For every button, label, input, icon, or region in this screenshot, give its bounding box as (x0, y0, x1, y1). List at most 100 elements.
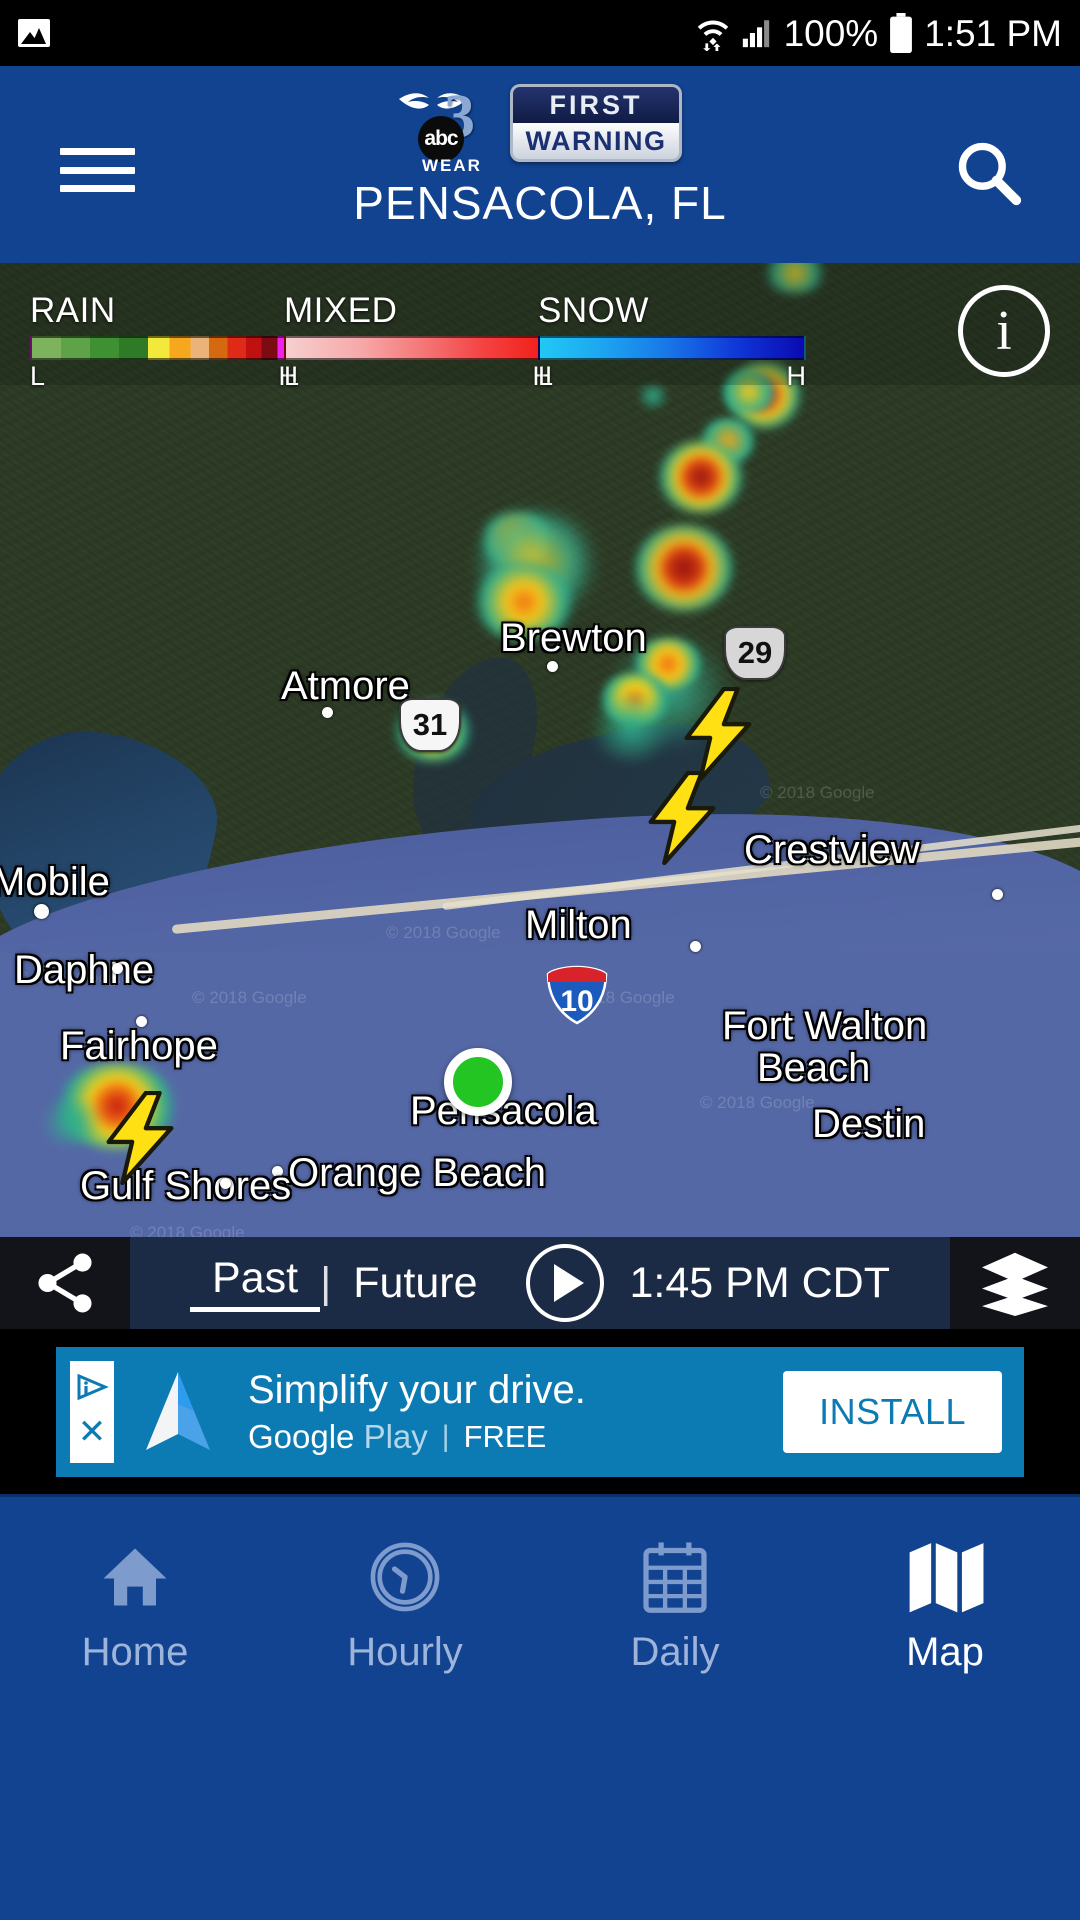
play-button[interactable] (525, 1244, 604, 1322)
city-label-mobile: Mobile (0, 860, 110, 904)
radar-map[interactable]: © 2018 Google © 2018 Google © 2018 Googl… (0, 263, 1080, 1237)
ad-store-google: Google (248, 1417, 355, 1455)
radar-cell (660, 441, 742, 513)
wifi-icon (697, 20, 728, 51)
city-label-atmore: Atmore (281, 664, 410, 708)
app-header: 3 abc WEAR FIRST WARNING PENSACOLA, FL (0, 66, 1080, 263)
home-icon (98, 1540, 172, 1614)
ad-headline: Simplify your drive. (248, 1367, 586, 1412)
battery-percentage: 100% (783, 12, 879, 54)
status-bar-right: 100% 1:51 PM (696, 13, 1062, 53)
lightning-strike-icon (106, 1091, 174, 1185)
ad-copy: Simplify your drive. Google Play | FREE (248, 1368, 586, 1456)
city-dot-gulf-shores (220, 1178, 231, 1189)
tab-past[interactable]: Past (190, 1254, 321, 1312)
ad-price: FREE (463, 1418, 547, 1454)
legend-rain-low: L (30, 361, 46, 391)
nav-item-hourly[interactable]: Hourly (270, 1494, 540, 1920)
status-bar-clock: 1:51 PM (924, 12, 1062, 54)
station-callsign: WEAR (422, 156, 482, 175)
current-location-dot (444, 1048, 512, 1116)
radar-legend: RAIN L H MIXED L H SNOW L H i (0, 263, 1080, 391)
interstate-number: 10 (560, 985, 593, 1018)
legend-snow-gradient (538, 336, 806, 360)
calendar-icon (640, 1540, 710, 1614)
tab-future[interactable]: Future (331, 1259, 499, 1308)
city-label-fort-walton-beach: Beach (757, 1046, 871, 1090)
adchoices-icon[interactable] (75, 1374, 109, 1400)
map-layers-icon (982, 1252, 1048, 1316)
legend-snow: SNOW L H (538, 291, 806, 392)
city-label-fairhope: Fairhope (60, 1024, 218, 1068)
radar-cell (636, 525, 732, 611)
legend-mixed-gradient (284, 336, 552, 360)
nav-label-hourly: Hourly (347, 1630, 463, 1674)
legend-snow-title: SNOW (538, 291, 649, 330)
weather-app-screen: 100% 1:51 PM 3 abc WEAR FIRST WARNING PE… (0, 0, 1080, 1920)
city-label-fort-walton: Fort Walton (722, 1004, 928, 1048)
city-label-milton: Milton (525, 903, 632, 947)
ad-store-name: Google Play (248, 1418, 428, 1456)
nav-divider (0, 1494, 1080, 1497)
legend-rain-gradient (30, 336, 298, 360)
legend-snow-low: L (538, 361, 554, 391)
lightning-strike-icon (648, 771, 716, 865)
legend-snow-high: H (786, 361, 807, 391)
ad-divider: | (441, 1419, 450, 1453)
station-logo: 3 abc WEAR FIRST WARNING (398, 84, 682, 175)
city-label-daphne: Daphne (14, 948, 155, 992)
nav-item-home[interactable]: Home (0, 1494, 270, 1920)
legend-mixed: MIXED L H (284, 291, 552, 392)
city-label-destin: Destin (812, 1102, 926, 1146)
share-button[interactable] (0, 1237, 130, 1329)
first-warning-badge: FIRST WARNING (510, 84, 682, 162)
nav-label-home: Home (81, 1630, 189, 1674)
interstate-shield-10[interactable]: 10 (545, 965, 609, 1025)
legend-mixed-low: L (284, 361, 300, 391)
first-warning-line1: FIRST (513, 87, 679, 123)
city-dot-atmore (322, 707, 333, 718)
city-dot-milton (690, 941, 701, 952)
abc-label: abc (424, 127, 458, 150)
radar-cell (585, 693, 677, 761)
city-label-orange-beach: Orange Beach (288, 1151, 546, 1195)
cellular-signal-icon (742, 20, 769, 48)
navigation-arrow-icon (132, 1366, 224, 1458)
install-button[interactable]: INSTALL (783, 1370, 1002, 1453)
city-dot-brewton (547, 661, 558, 672)
city-dot-fairhope (136, 1016, 147, 1027)
status-bar-left (18, 19, 50, 47)
city-label-brewton: Brewton (500, 616, 647, 660)
hamburger-menu-icon[interactable] (60, 148, 135, 192)
battery-full-icon (890, 13, 913, 53)
legend-info-button[interactable]: i (958, 285, 1050, 377)
status-bar: 100% 1:51 PM (0, 0, 1080, 66)
wear-channel-logo: 3 abc WEAR (398, 84, 506, 175)
bottom-navigation: Home Hourly Daily Map (0, 1494, 1080, 1920)
adchoices-container[interactable]: ✕ (70, 1360, 114, 1463)
radar-timestamp: 1:45 PM CDT (629, 1258, 890, 1307)
ad-store-play: Play (363, 1417, 428, 1455)
clock-icon (368, 1540, 442, 1614)
nav-item-daily[interactable]: Daily (540, 1494, 810, 1920)
tab-separator: | (320, 1258, 332, 1307)
radar-playback-bar: Past | Future 1:45 PM CDT (0, 1237, 1080, 1329)
image-icon (18, 19, 50, 47)
first-warning-line2: WARNING (513, 123, 679, 159)
legend-rain: RAIN L H (30, 291, 298, 392)
legend-mixed-title: MIXED (284, 291, 398, 330)
map-layers-button[interactable] (950, 1237, 1080, 1329)
city-label-crestview: Crestview (744, 828, 920, 872)
search-icon[interactable] (954, 138, 1022, 206)
route-shield-31[interactable]: 31 (399, 698, 461, 752)
city-dot-crestview (992, 889, 1003, 900)
nav-item-map[interactable]: Map (810, 1494, 1080, 1920)
share-icon (38, 1253, 92, 1313)
playback-controls: Past | Future 1:45 PM CDT (130, 1237, 950, 1329)
city-dot-daphne (112, 963, 123, 974)
route-shield-29[interactable]: 29 (724, 626, 786, 680)
legend-rain-title: RAIN (30, 291, 116, 330)
nav-label-daily: Daily (630, 1630, 720, 1674)
ad-banner[interactable]: ✕ Simplify your drive. Google Play | FRE… (56, 1346, 1024, 1477)
close-icon[interactable]: ✕ (78, 1415, 107, 1449)
